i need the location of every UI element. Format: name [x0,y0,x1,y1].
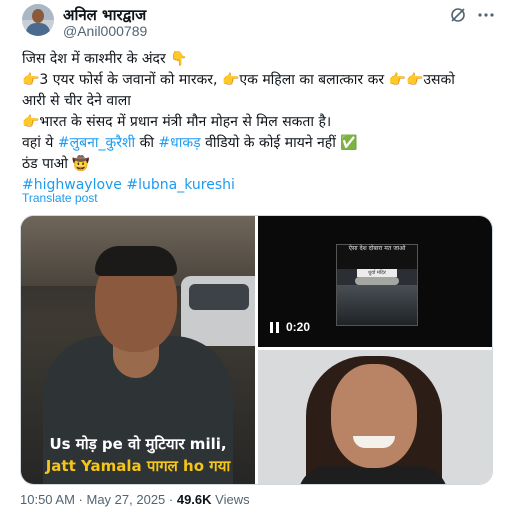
author-handle[interactable]: @Anil000789 [63,23,147,39]
post-text-line: आरी से चीर देने वाला [22,93,131,109]
video-thumbnail-title: ऐसा देश दोबारा मत जाओ [337,245,417,269]
post-text-fragment: की [135,135,159,151]
more-options-icon[interactable] [476,5,496,25]
views-label: Views [211,492,250,507]
post-text-line: 👉3 एयर फोर्स के जवानों को मारकर, 👉एक महि… [22,72,455,88]
post-text-fragment: वीडियो के कोई मायने नहीं ✅ [200,135,358,151]
media-video[interactable]: ऐसा देश दोबारा मत जाओ धुर्वा मंदिर 0:20 [258,216,492,347]
hashtag-link[interactable]: #धाकड़ [158,135,200,151]
video-thumbnail-tag: धुर्वा मंदिर [357,269,397,277]
views-count[interactable]: 49.6K [177,492,212,507]
post-text-line: जिस देश में काश्मीर के अंदर 👇 [22,51,188,67]
author-display-name[interactable]: अनिल भारद्वाज [63,5,146,25]
pause-icon[interactable] [270,322,280,334]
post-date[interactable]: May 27, 2025 [87,492,166,507]
post-text-line: ठंड पाओ 🤠 [22,156,90,172]
video-thumbnail: ऐसा देश दोबारा मत जाओ धुर्वा मंदिर [336,244,418,326]
translate-post-link[interactable]: Translate post [22,191,98,205]
meta-separator: · [74,492,87,507]
hashtag-link[interactable]: #lubna_kureshi [126,177,235,193]
media-caption-line: Jatt Yamala पागल ho गया [45,457,231,475]
meta-separator: · [165,492,177,507]
media-image-bottom-right[interactable] [258,350,492,484]
grok-icon[interactable] [448,5,468,25]
post-meta: 10:50 AM · May 27, 2025 · 49.6K Views [20,492,250,507]
post-text-fragment: वहां ये [22,135,58,151]
post-text-line: वहां ये #लुबना_कुरैशी की #धाकड़ वीडियो क… [22,133,502,154]
video-duration: 0:20 [286,320,311,334]
post-text: जिस देश में काश्मीर के अंदर 👇 👉3 एयर फोर… [22,49,502,196]
post: अनिल भारद्वाज @Anil000789 जिस देश में का… [0,0,520,508]
post-time[interactable]: 10:50 AM [20,492,75,507]
post-text-line: 👉भारत के संसद में प्रधान मंत्री मौन मोहन… [22,114,332,130]
media-image-left[interactable]: Us मोड़ pe वो मुटियार mili, Jatt Yamala … [21,216,255,484]
media-caption: Us मोड़ pe वो मुटियार mili, Jatt Yamala … [21,434,255,476]
media-caption-line: Us मोड़ pe वो मुटियार mili, [49,435,227,453]
author-avatar[interactable] [22,4,54,36]
hashtag-link[interactable]: #लुबना_कुरैशी [58,135,135,151]
media-grid: Us मोड़ pe वो मुटियार mili, Jatt Yamala … [20,215,493,485]
